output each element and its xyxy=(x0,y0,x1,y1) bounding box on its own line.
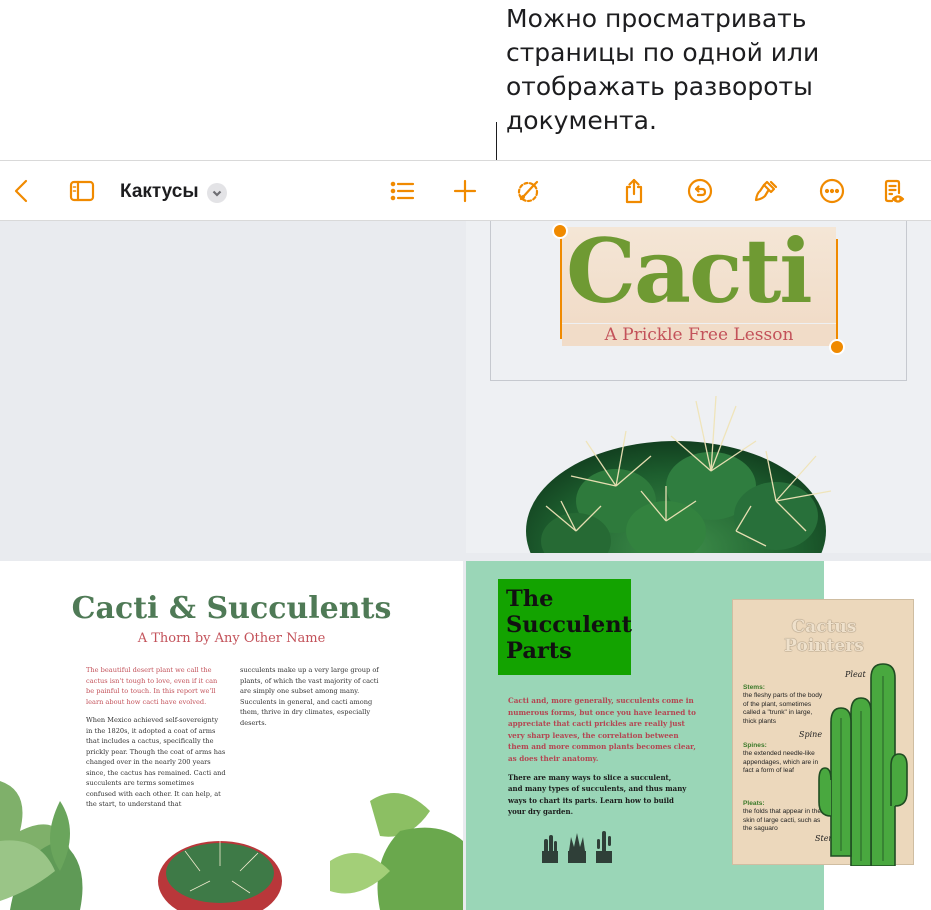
selection-bar-left xyxy=(560,233,562,339)
title-menu-chevron-icon[interactable] xyxy=(207,183,227,203)
intro-paragraph: The beautiful desert plant we call the c… xyxy=(86,666,218,706)
list-icon[interactable] xyxy=(384,173,420,209)
document-canvas[interactable]: Cacti A Prickle Free Lesson Cacti & Succ… xyxy=(0,221,931,910)
parts-intro: Cacti and, more generally, succulents co… xyxy=(508,696,696,763)
body-paragraph-2: succulents make up a very large group of… xyxy=(240,666,379,727)
callout-text: Можно просматривать страницы по одной ил… xyxy=(506,2,926,138)
cover-title-box[interactable]: Cacti xyxy=(562,221,836,323)
pointers-title: Cactus Pointers xyxy=(733,618,915,656)
share-icon[interactable] xyxy=(616,173,652,209)
more-icon[interactable] xyxy=(814,173,850,209)
saguaro-illustration xyxy=(818,663,908,866)
selection-handle-top-left[interactable] xyxy=(552,223,568,239)
selection-bar-right xyxy=(836,239,838,345)
callout-line-2: страницы по одной или xyxy=(506,38,820,67)
page-title: Cacti & Succulents xyxy=(71,591,392,626)
selection-handle-bottom-right[interactable] xyxy=(829,339,845,355)
page-cacti-succulents[interactable]: Cacti & Succulents A Thorn by Any Other … xyxy=(0,561,463,910)
callout-line-4: документа. xyxy=(506,106,657,135)
parts-title: The Succulent Parts xyxy=(506,586,632,664)
parts-title-line-3: Parts xyxy=(506,638,572,664)
format-brush-icon[interactable] xyxy=(748,173,784,209)
cactus-pots-icon xyxy=(542,831,612,863)
succulents-photo xyxy=(0,781,463,910)
page-succulent-parts[interactable]: The Succulent Parts Cacti and, more gene… xyxy=(466,561,931,910)
parts-body: There are many ways to slice a succulent… xyxy=(508,773,687,816)
pointers-title-line-2: Pointers xyxy=(784,636,864,656)
cactus-photo xyxy=(526,395,832,553)
pleats-text: the folds that appear in the skin of lar… xyxy=(743,808,822,833)
cover-subtitle: A Prickle Free Lesson xyxy=(562,324,836,346)
cactus-pointers-card: Cactus Pointers Stems: the fleshy parts … xyxy=(732,599,915,866)
parts-title-line-2: Succulent xyxy=(506,612,632,638)
plus-icon[interactable] xyxy=(447,173,483,209)
cover-page[interactable]: Cacti A Prickle Free Lesson xyxy=(466,221,931,553)
reading-view-icon[interactable] xyxy=(876,173,912,209)
document-title[interactable]: Кактусы xyxy=(120,181,199,203)
text-column-2: succulents make up a very large group of… xyxy=(240,665,380,736)
cover-title: Cacti xyxy=(566,221,813,323)
pointers-title-line-1: Cactus xyxy=(791,617,857,637)
sidebar-icon[interactable] xyxy=(64,173,100,209)
callout-line-3: отображать развороты xyxy=(506,72,813,101)
shapes-brush-icon[interactable] xyxy=(510,173,546,209)
toolbar: Кактусы xyxy=(0,160,931,221)
undo-icon[interactable] xyxy=(682,173,718,209)
page-subtitle: A Thorn by Any Other Name xyxy=(137,631,326,646)
spines-text: the extended needle-like appendages, whi… xyxy=(743,750,819,775)
back-chevron-icon[interactable] xyxy=(4,173,40,209)
callout-line-1: Можно просматривать xyxy=(506,4,807,33)
parts-title-line-1: The xyxy=(506,586,554,612)
